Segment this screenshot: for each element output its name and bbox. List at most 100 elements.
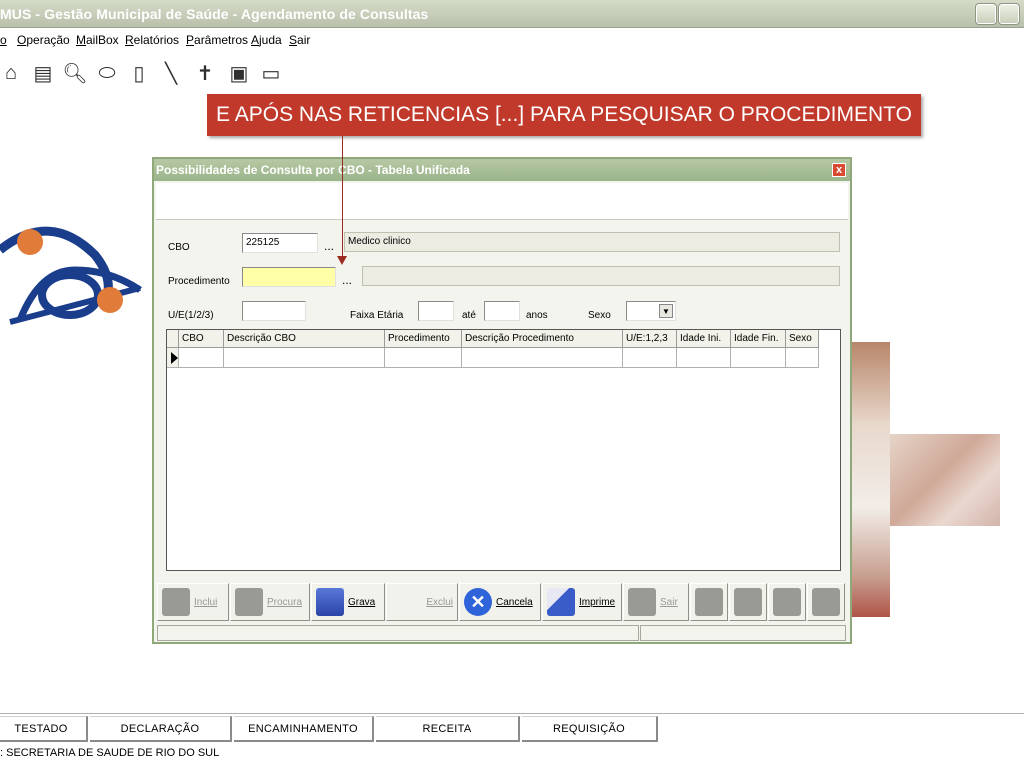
footer-status: : SECRETARIA DE SAUDE DE RIO DO SUL — [0, 747, 220, 759]
declaracao-button[interactable]: DECLARAÇÃO — [90, 716, 232, 742]
exclui-button[interactable]: Exclui — [386, 583, 458, 621]
cancel-icon: ✕ — [464, 588, 492, 616]
cbo-description-field: Medico clinico — [344, 232, 840, 252]
table-cell[interactable] — [731, 348, 786, 368]
table-cell[interactable] — [179, 348, 224, 368]
grid-header-ue[interactable]: U/E:1,2,3 — [623, 330, 677, 348]
table-cell[interactable] — [677, 348, 731, 368]
sexo-select[interactable]: ▼ — [626, 301, 676, 321]
prev-record-button[interactable] — [729, 583, 767, 621]
background-photo-strip — [850, 342, 890, 617]
menu-item-sair[interactable]: Sair — [289, 33, 310, 47]
cbo-lookup-button[interactable]: ... — [324, 239, 334, 253]
first-record-icon — [695, 588, 723, 616]
minimize-button[interactable] — [975, 3, 997, 25]
table-cell[interactable] — [462, 348, 623, 368]
pill-icon[interactable]: ⬭ — [92, 58, 122, 88]
window-titlebar: MUS - Gestão Municipal de Saúde - Agenda… — [0, 0, 1024, 28]
requisicao-button[interactable]: REQUISIÇÃO — [522, 716, 658, 742]
grid-header-descricao-procedimento[interactable]: Descrição Procedimento — [462, 330, 623, 348]
first-record-button[interactable] — [690, 583, 728, 621]
dialog-titlebar: Possibilidades de Consulta por CBO - Tab… — [154, 159, 850, 181]
dialog-title: Possibilidades de Consulta por CBO - Tab… — [156, 163, 470, 177]
idade-final-field[interactable] — [484, 301, 520, 321]
grava-button[interactable]: Grava — [311, 583, 385, 621]
cbo-dialog: Possibilidades de Consulta por CBO - Tab… — [152, 157, 852, 644]
menu-item-operacao[interactable]: Operação — [17, 33, 70, 47]
search-icon — [235, 588, 263, 616]
ue-field[interactable] — [242, 301, 306, 321]
table-cell[interactable] — [786, 348, 819, 368]
menubar: o Operação MailBox Relatórios Parâmetros… — [0, 30, 1024, 50]
menu-item-parametros[interactable]: Parâmetros — [186, 33, 248, 47]
logo — [0, 226, 142, 325]
table-cell[interactable] — [623, 348, 677, 368]
grid-header-idade-fin[interactable]: Idade Fin. — [731, 330, 786, 348]
tutorial-callout: E APÓS NAS RETICENCIAS [...] PARA PESQUI… — [207, 94, 921, 136]
toolbar: ⌂ ▤ 🔍︎ ⬭ ▯ ╲ ✝ ▣ ▭ — [0, 56, 300, 92]
background-photo — [890, 434, 1000, 526]
row-indicator-icon — [171, 352, 178, 364]
printer-icon — [547, 588, 575, 616]
cbo-code-field[interactable]: 225125 — [242, 233, 318, 253]
ue-label: U/E(1/2/3) — [168, 310, 214, 321]
sair-button[interactable]: Sair — [623, 583, 689, 621]
encaminhamento-button[interactable]: ENCAMINHAMENTO — [234, 716, 374, 742]
procedimento-label: Procedimento — [168, 276, 230, 287]
dialog-status-right — [640, 625, 846, 641]
exit-icon — [628, 588, 656, 616]
last-record-button[interactable] — [807, 583, 845, 621]
grid-header-sexo[interactable]: Sexo — [786, 330, 819, 348]
receita-button[interactable]: RECEITA — [376, 716, 520, 742]
grid-header-descricao-cbo[interactable]: Descrição CBO — [224, 330, 385, 348]
faixa-etaria-label: Faixa Etária — [350, 310, 404, 321]
home-icon[interactable]: ⌂ — [0, 58, 26, 88]
dialog-header-band — [156, 183, 848, 220]
grid-header-cbo[interactable]: CBO — [179, 330, 224, 348]
callout-arrow-line — [342, 136, 343, 260]
grid-header-idade-ini[interactable]: Idade Ini. — [677, 330, 731, 348]
next-record-icon — [773, 588, 801, 616]
callout-arrow-head — [337, 256, 347, 265]
ambulance-icon[interactable]: ▭ — [256, 58, 286, 88]
restore-button[interactable] — [998, 3, 1020, 25]
cross-icon[interactable]: ✝ — [190, 58, 220, 88]
close-icon[interactable]: x — [832, 163, 846, 177]
dialog-button-bar: Inclui Procura Grava Exclui ✕ Cancela Im… — [157, 583, 847, 623]
procedimento-lookup-button[interactable]: ... — [342, 273, 352, 287]
last-record-icon — [812, 588, 840, 616]
cbo-label: CBO — [168, 242, 190, 253]
sexo-label: Sexo — [588, 310, 611, 321]
procura-button[interactable]: Procura — [230, 583, 310, 621]
results-grid[interactable]: CBO Descrição CBO Procedimento Descrição… — [166, 329, 841, 571]
procedimento-description-field — [362, 266, 840, 286]
syringe-icon[interactable]: ╲ — [156, 58, 186, 88]
menu-item-ajuda[interactable]: Ajuda — [251, 33, 282, 47]
procedimento-field[interactable] — [242, 267, 336, 287]
medkit-icon[interactable]: ▣ — [224, 58, 254, 88]
add-doc-icon — [162, 588, 190, 616]
menu-item-truncated[interactable]: o — [0, 33, 7, 47]
menu-item-relatorios[interactable]: Relatórios — [125, 33, 179, 47]
imprime-button[interactable]: Imprime — [542, 583, 622, 621]
table-cell[interactable] — [385, 348, 462, 368]
dialog-status-left — [157, 625, 639, 641]
chevron-down-icon[interactable]: ▼ — [659, 304, 673, 318]
atestado-button[interactable]: TESTADO — [0, 716, 88, 742]
save-icon — [316, 588, 344, 616]
bottom-separator — [0, 713, 1024, 714]
idade-inicial-field[interactable] — [418, 301, 454, 321]
next-record-button[interactable] — [768, 583, 806, 621]
grid-corner — [167, 330, 179, 348]
clipboard-icon[interactable]: ▯ — [124, 58, 154, 88]
cancela-button[interactable]: ✕ Cancela — [459, 583, 541, 621]
prev-record-icon — [734, 588, 762, 616]
incluir-button[interactable]: Inclui — [157, 583, 229, 621]
grid-header-procedimento[interactable]: Procedimento — [385, 330, 462, 348]
anos-label: anos — [526, 310, 548, 321]
search-doc-icon[interactable]: 🔍︎ — [60, 58, 90, 88]
table-cell[interactable] — [224, 348, 385, 368]
menu-item-mailbox[interactable]: MailBox — [76, 33, 119, 47]
ate-label: até — [462, 310, 476, 321]
printer-icon[interactable]: ▤ — [28, 58, 58, 88]
